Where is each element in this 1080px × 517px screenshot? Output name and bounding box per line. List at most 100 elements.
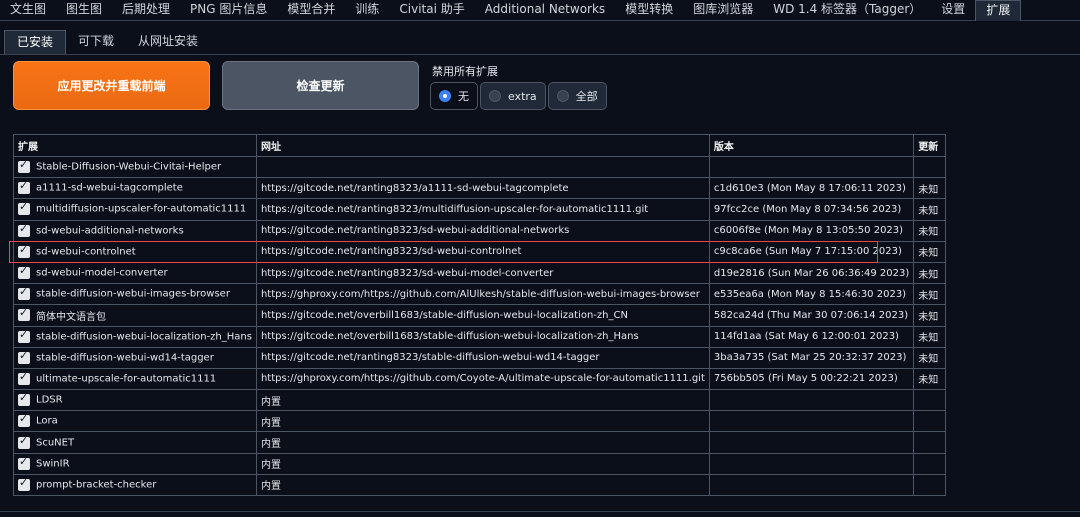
tab-img2img[interactable]: 图生图 xyxy=(56,0,112,21)
extension-cell: stable-diffusion-webui-localization-zh_H… xyxy=(13,325,257,348)
url-cell: 内置 xyxy=(255,410,710,433)
url-cell: https://gitcode.net/ranting8323/multidif… xyxy=(255,198,710,221)
update-cell xyxy=(913,452,947,475)
url-cell: https://gitcode.net/ranting8323/a1111-sd… xyxy=(255,177,710,200)
radio-label: extra xyxy=(508,89,537,103)
version-cell: d19e2816 (Sun Mar 26 06:36:49 2023) xyxy=(708,261,915,285)
tab-txt2img[interactable]: 文生图 xyxy=(0,0,56,21)
extension-name: Lora xyxy=(36,415,58,427)
url-cell: https://ghproxy.com/https://github.com/A… xyxy=(255,283,710,306)
url-cell: https://gitcode.net/ranting8323/sd-webui… xyxy=(255,261,710,285)
check-updates-button[interactable]: 检查更新 xyxy=(222,61,419,110)
extension-cell: prompt-bracket-checker xyxy=(13,473,257,497)
extension-cell: multidiffusion-upscaler-for-automatic111… xyxy=(13,198,257,221)
url-cell: https://gitcode.net/ranting8323/sd-webui… xyxy=(255,219,710,242)
version-cell xyxy=(708,431,915,454)
url-cell: https://gitcode.net/ranting8323/stable-d… xyxy=(255,346,710,369)
update-cell: 未知 xyxy=(913,261,947,285)
header-url: 网址 xyxy=(255,134,710,157)
version-cell: c1d610e3 (Mon May 8 17:06:11 2023) xyxy=(708,177,915,200)
radio-label: 无 xyxy=(458,90,469,103)
update-cell: 未知 xyxy=(913,367,947,391)
extension-name: sd-webui-model-converter xyxy=(36,267,168,279)
enabled-checkbox[interactable] xyxy=(18,285,30,301)
url-cell xyxy=(255,155,710,179)
radio-none[interactable]: 无 xyxy=(430,82,478,110)
update-cell: 未知 xyxy=(913,325,947,348)
enabled-checkbox[interactable] xyxy=(18,328,30,343)
extensions-table: 扩展 网址 版本 更新 Stable-Diffusion-Webui-Civit… xyxy=(13,134,947,497)
enabled-checkbox[interactable] xyxy=(18,158,30,174)
enabled-checkbox[interactable] xyxy=(18,349,30,364)
table-row: ultimate-upscale-for-automatic1111 https:… xyxy=(13,367,947,391)
enabled-checkbox[interactable] xyxy=(18,200,30,216)
tab-checkpoint-merger[interactable]: 模型合并 xyxy=(277,0,345,21)
update-cell xyxy=(913,431,947,454)
enabled-checkbox[interactable] xyxy=(18,476,30,491)
table-row: prompt-bracket-checker 内置 xyxy=(13,473,947,497)
enabled-checkbox[interactable] xyxy=(18,370,30,385)
table-row: ScuNET 内置 xyxy=(13,431,947,454)
table-row: Stable-Diffusion-Webui-Civitai-Helper xyxy=(13,155,947,179)
update-cell: 未知 xyxy=(913,177,947,200)
table-row: multidiffusion-upscaler-for-automatic111… xyxy=(13,198,947,221)
radio-all[interactable]: 全部 xyxy=(547,82,607,110)
tab-civitai-helper[interactable]: Civitai 助手 xyxy=(389,0,474,21)
subtab-install-from-url[interactable]: 从网址安装 xyxy=(126,30,210,55)
tab-additional-networks[interactable]: Additional Networks xyxy=(475,0,615,21)
extension-name: SwinIR xyxy=(36,458,70,470)
version-cell: 3ba3a735 (Sat Mar 25 20:32:37 2023) xyxy=(708,346,915,369)
subtab-installed[interactable]: 已安装 xyxy=(4,30,67,55)
version-cell xyxy=(708,473,915,497)
tab-settings[interactable]: 设置 xyxy=(931,0,975,21)
extension-cell: stable-diffusion-webui-wd14-tagger xyxy=(13,346,257,369)
extension-subtabs: 已安装 可下载 从网址安装 xyxy=(4,30,210,55)
table-row: stable-diffusion-webui-localization-zh_H… xyxy=(13,325,947,348)
enabled-checkbox[interactable] xyxy=(18,264,30,280)
tab-extensions[interactable]: 扩展 xyxy=(975,0,1022,21)
enabled-checkbox[interactable] xyxy=(18,306,30,322)
disable-all-radio-group: 无 extra 全部 xyxy=(430,82,609,110)
update-cell: 未知 xyxy=(913,240,947,263)
tab-tagger[interactable]: WD 1.4 标签器（Tagger） xyxy=(763,0,931,21)
extension-name: multidiffusion-upscaler-for-automatic111… xyxy=(36,203,247,215)
table-row: stable-diffusion-webui-wd14-tagger https:… xyxy=(13,346,947,369)
extension-name: 简体中文语言包 xyxy=(36,311,106,323)
apply-and-restart-button[interactable]: 应用更改并重载前端 xyxy=(13,61,210,110)
bottom-divider xyxy=(0,511,1080,512)
version-cell: 97fcc2ce (Mon May 8 07:34:56 2023) xyxy=(708,198,915,221)
table-row: Lora 内置 xyxy=(13,410,947,433)
tab-model-converter[interactable]: 模型转换 xyxy=(615,0,683,21)
extension-cell: a1111-sd-webui-tagcomplete xyxy=(13,177,257,200)
enabled-checkbox[interactable] xyxy=(18,179,30,195)
extension-cell: LDSR xyxy=(13,389,257,412)
tab-train[interactable]: 训练 xyxy=(345,0,389,21)
extension-name: prompt-bracket-checker xyxy=(36,479,157,491)
table-row: SwinIR 内置 xyxy=(13,452,947,475)
subtab-available[interactable]: 可下载 xyxy=(66,30,126,55)
enabled-checkbox[interactable] xyxy=(18,434,30,449)
header-extension: 扩展 xyxy=(13,134,257,157)
enabled-checkbox[interactable] xyxy=(18,455,30,470)
radio-dot-icon xyxy=(556,90,569,102)
tab-image-browser[interactable]: 图库浏览器 xyxy=(683,0,763,21)
disable-all-label: 禁用所有扩展 xyxy=(432,65,498,78)
radio-dot-icon xyxy=(439,90,451,102)
extension-name: stable-diffusion-webui-images-browser xyxy=(36,288,230,300)
tab-png-info[interactable]: PNG 图片信息 xyxy=(180,0,277,21)
extension-name: stable-diffusion-webui-wd14-tagger xyxy=(36,352,214,364)
version-cell: 114fd1aa (Sat May 6 12:00:01 2023) xyxy=(708,325,915,348)
tab-extras[interactable]: 后期处理 xyxy=(112,0,180,21)
url-cell: 内置 xyxy=(255,473,710,497)
version-cell: c6006f8e (Mon May 8 13:05:50 2023) xyxy=(708,219,915,242)
extension-name: stable-diffusion-webui-localization-zh_H… xyxy=(36,331,252,343)
table-header-row: 扩展 网址 版本 更新 xyxy=(13,134,947,157)
enabled-checkbox[interactable] xyxy=(18,412,30,428)
update-cell xyxy=(913,410,947,433)
update-cell: 未知 xyxy=(913,283,947,306)
version-cell xyxy=(708,389,915,412)
enabled-checkbox[interactable] xyxy=(18,222,30,237)
url-cell: https://gitcode.net/overbill1683/stable-… xyxy=(255,325,710,348)
enabled-checkbox[interactable] xyxy=(18,391,30,407)
radio-extra[interactable]: extra xyxy=(480,82,546,110)
